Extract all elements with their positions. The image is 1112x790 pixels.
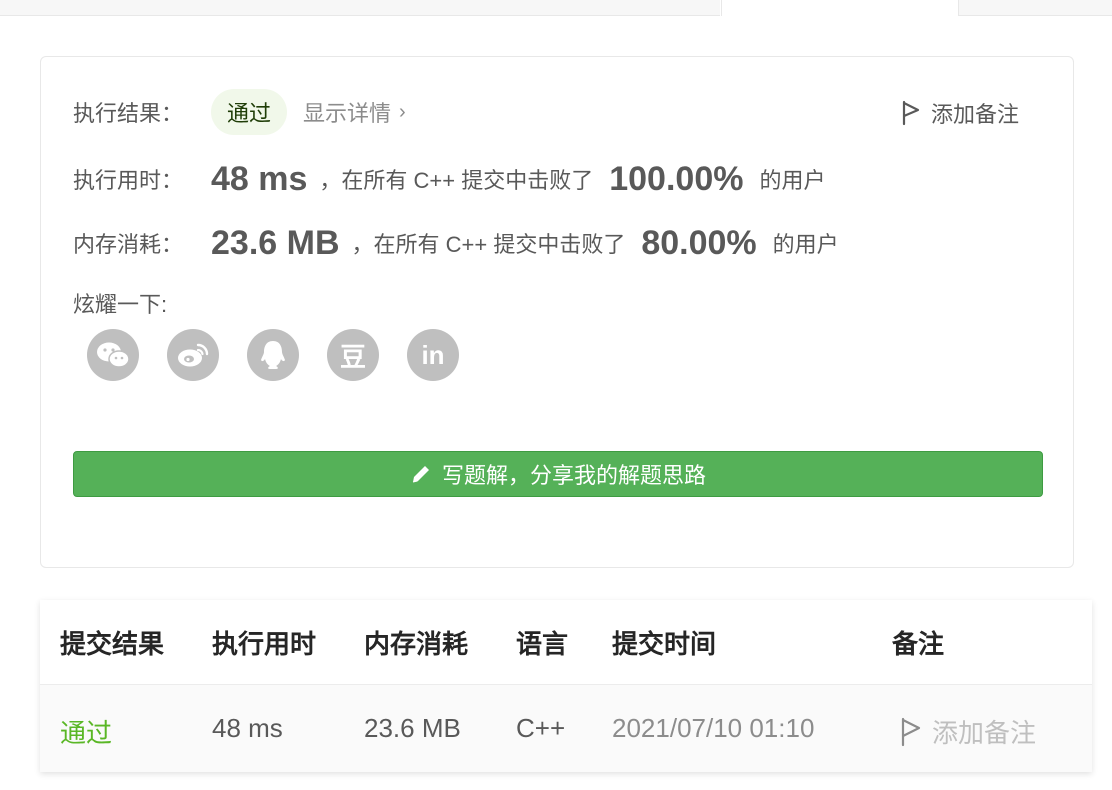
share-icons: 豆 in <box>87 329 487 381</box>
memory-row: 内存消耗： 23.6 MB ，在所有 C++ 提交中击败了 80.00% 的用户 <box>73 217 839 269</box>
result-label: 执行结果： <box>73 101 184 126</box>
status-badge: 通过 <box>211 89 288 135</box>
col-header-language: 语言 <box>516 629 569 659</box>
memory-percent: 80.00% <box>641 223 757 262</box>
row-status[interactable]: 通过 <box>60 713 112 750</box>
show-details-label: 显示详情 <box>303 101 392 126</box>
linkedin-glyph: in <box>421 339 445 370</box>
table-header: 提交结果 执行用时 内存消耗 语言 提交时间 备注 <box>40 600 1092 685</box>
show-details-link[interactable]: 显示详情 › <box>303 96 406 128</box>
row-add-note-label: 添加备注 <box>932 718 1037 748</box>
runtime-label: 执行用时： <box>73 168 184 193</box>
runtime-suffix: 的用户 <box>759 168 826 193</box>
qq-icon[interactable] <box>247 329 299 381</box>
tab-active[interactable] <box>721 0 959 16</box>
row-memory: 23.6 MB <box>364 713 461 743</box>
write-solution-button[interactable]: 写题解，分享我的解题思路 <box>73 451 1043 497</box>
add-note-button[interactable]: 添加备注 <box>901 97 1019 129</box>
chevron-right-icon: › <box>399 100 406 123</box>
runtime-text: ，在所有 C++ 提交中击败了 <box>319 168 594 193</box>
wechat-icon[interactable] <box>87 329 139 381</box>
result-card: 执行结果： 通过 显示详情 › 添加备注 执行用时： 48 ms ，在所有 C+… <box>40 56 1074 568</box>
col-header-status: 提交结果 <box>60 629 165 659</box>
submissions-table: 提交结果 执行用时 内存消耗 语言 提交时间 备注 通过 48 ms 23.6 … <box>40 600 1092 772</box>
runtime-value: 48 ms <box>211 159 308 198</box>
tab-inactive-right[interactable] <box>959 0 1112 16</box>
flag-icon <box>901 717 921 746</box>
douban-icon[interactable]: 豆 <box>327 329 379 381</box>
pencil-icon <box>412 466 429 483</box>
col-header-note: 备注 <box>892 629 945 659</box>
write-solution-label: 写题解，分享我的解题思路 <box>441 463 706 488</box>
runtime-row: 执行用时： 48 ms ，在所有 C++ 提交中击败了 100.00% 的用户 <box>73 153 825 205</box>
douban-glyph: 豆 <box>339 341 366 372</box>
add-note-label: 添加备注 <box>930 102 1019 127</box>
col-header-runtime: 执行用时 <box>212 629 317 659</box>
result-row: 执行结果： 通过 显示详情 › <box>73 89 406 135</box>
col-header-memory: 内存消耗 <box>364 629 469 659</box>
flag-icon <box>902 100 920 126</box>
share-row: 炫耀一下: <box>73 285 167 321</box>
weibo-glyph <box>178 343 209 367</box>
qq-glyph <box>261 341 285 369</box>
table-row[interactable]: 通过 48 ms 23.6 MB C++ 2021/07/10 01:10 添加… <box>40 685 1092 772</box>
memory-value: 23.6 MB <box>211 223 340 262</box>
top-tab-strip <box>0 0 1112 16</box>
row-submit-time: 2021/07/10 01:10 <box>612 713 815 743</box>
row-add-note-button[interactable]: 添加备注 <box>900 713 1036 750</box>
row-language: C++ <box>516 713 566 743</box>
weibo-icon[interactable] <box>167 329 219 381</box>
share-label: 炫耀一下: <box>73 292 168 317</box>
row-runtime: 48 ms <box>212 713 283 743</box>
memory-text: ，在所有 C++ 提交中击败了 <box>351 232 626 257</box>
runtime-percent: 100.00% <box>609 159 744 198</box>
wechat-glyph <box>97 342 130 368</box>
col-header-submit-time: 提交时间 <box>612 629 717 659</box>
memory-label: 内存消耗： <box>73 232 184 257</box>
memory-suffix: 的用户 <box>772 232 839 257</box>
tab-inactive-left[interactable] <box>0 0 720 16</box>
linkedin-icon[interactable]: in <box>407 329 459 381</box>
